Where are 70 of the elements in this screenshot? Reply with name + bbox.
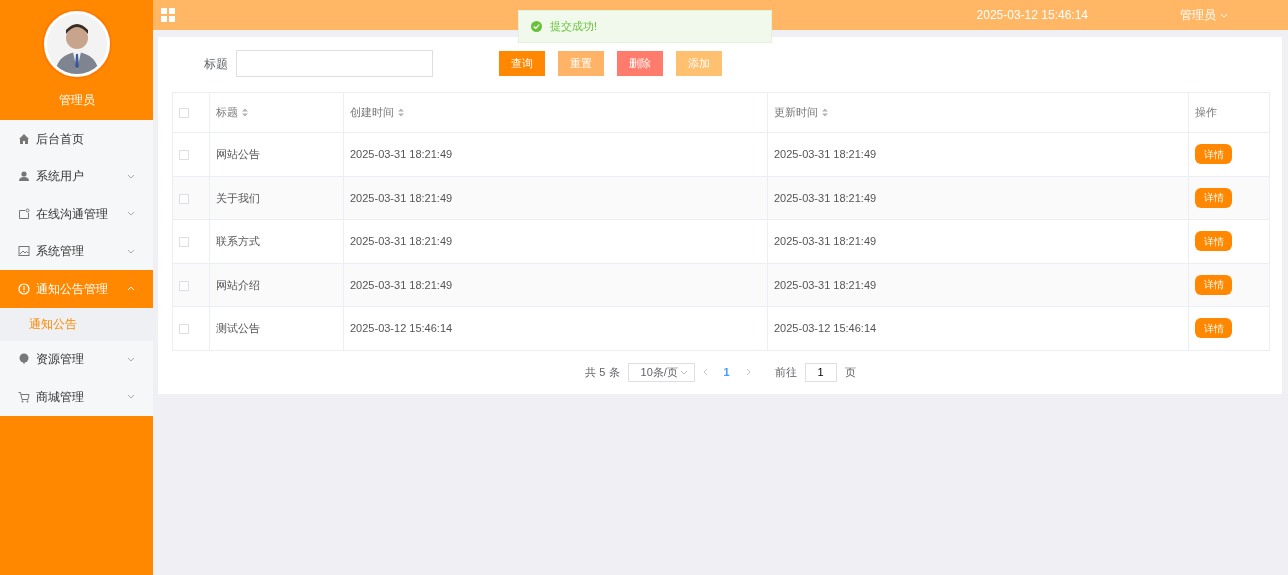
page-input[interactable]: 1 [804,362,837,382]
details-button[interactable]: 详情 [1195,274,1232,295]
time-cell: 2025-03-31 18:21:49 [350,191,453,204]
sort-icon [398,108,404,117]
menu-item[interactable]: 商城管理 [0,378,153,416]
total-count: 共 5 条 [585,364,620,380]
column-header: 更新时间 [774,105,818,121]
menu-item[interactable]: 通知公告管理 [0,270,153,308]
row-checkbox[interactable] [179,324,189,335]
cart-icon [18,390,30,403]
sort-icon [822,108,828,117]
header-datetime: 2025-03-12 15:46:14 [976,7,1088,24]
title-cell: 网站公告 [216,148,260,160]
goto-label: 前往 [774,364,797,380]
time-cell: 2025-03-31 18:21:49 [350,235,453,247]
menu-item[interactable]: 后台首页 [0,120,153,158]
details-button[interactable]: 详情 [1195,318,1232,339]
time-cell: 2025-03-31 18:21:49 [774,148,877,160]
time-cell: 2025-03-31 18:21:49 [774,235,877,247]
details-button[interactable]: 详情 [1195,231,1232,252]
menu-item[interactable]: 资源管理 [0,340,153,378]
time-cell: 2025-03-31 18:21:49 [774,278,877,291]
title-cell: 联系方式 [216,235,260,247]
time-cell: 2025-03-31 18:21:49 [350,278,453,291]
menu-item[interactable]: 系统用户 [0,157,153,195]
alert-icon [18,282,30,295]
person-icon [18,170,30,183]
menu-item[interactable]: 系统管理 [0,232,153,270]
balloon-icon [18,353,30,366]
home-icon [18,132,30,145]
column-header: 创建时间 [350,105,394,121]
title-cell: 关于我们 [216,191,260,204]
image-icon [18,245,30,258]
menu-item[interactable]: 在线沟通管理 [0,195,153,233]
time-cell: 2025-03-31 18:21:49 [774,191,877,204]
grid-menu-icon[interactable] [161,8,175,22]
row-checkbox[interactable] [179,280,189,291]
page-size-select[interactable]: 10条/页 [627,362,695,382]
success-icon [531,21,542,32]
row-checkbox[interactable] [179,150,189,161]
time-cell: 2025-03-31 18:21:49 [350,148,453,160]
time-cell: 2025-03-12 15:46:14 [350,322,453,334]
title-input[interactable] [236,50,433,77]
row-checkbox[interactable] [179,193,189,204]
column-header: 操作 [1195,105,1217,121]
column-header: 标题 [216,105,238,121]
sort-icon [242,108,248,117]
row-checkbox[interactable] [179,237,189,248]
reset-button[interactable]: 重置 [558,51,604,76]
details-button[interactable]: 详情 [1195,144,1232,165]
chevron-down-icon [679,369,688,375]
user-menu[interactable]: 管理员 [1180,6,1228,24]
note-icon [18,207,30,220]
title-cell: 网站介绍 [216,278,260,291]
add-button[interactable]: 添加 [676,51,722,76]
delete-button[interactable]: 删除 [617,51,663,76]
user-name: 管理员 [58,92,95,109]
page-number[interactable]: 1 [715,363,738,381]
success-toast: 提交成功! [518,10,772,43]
page-suffix: 页 [844,364,856,380]
search-button[interactable]: 查询 [499,51,545,76]
submenu-item[interactable]: 通知公告 [0,307,153,341]
time-cell: 2025-03-12 15:46:14 [774,322,877,334]
details-button[interactable]: 详情 [1195,187,1232,208]
next-page-icon[interactable] [745,368,751,376]
select-all-checkbox[interactable] [179,108,189,119]
chevron-down-icon [1220,12,1228,18]
field-label: 标题 [203,55,229,73]
title-cell: 测试公告 [216,322,260,334]
prev-page-icon[interactable] [702,368,708,376]
